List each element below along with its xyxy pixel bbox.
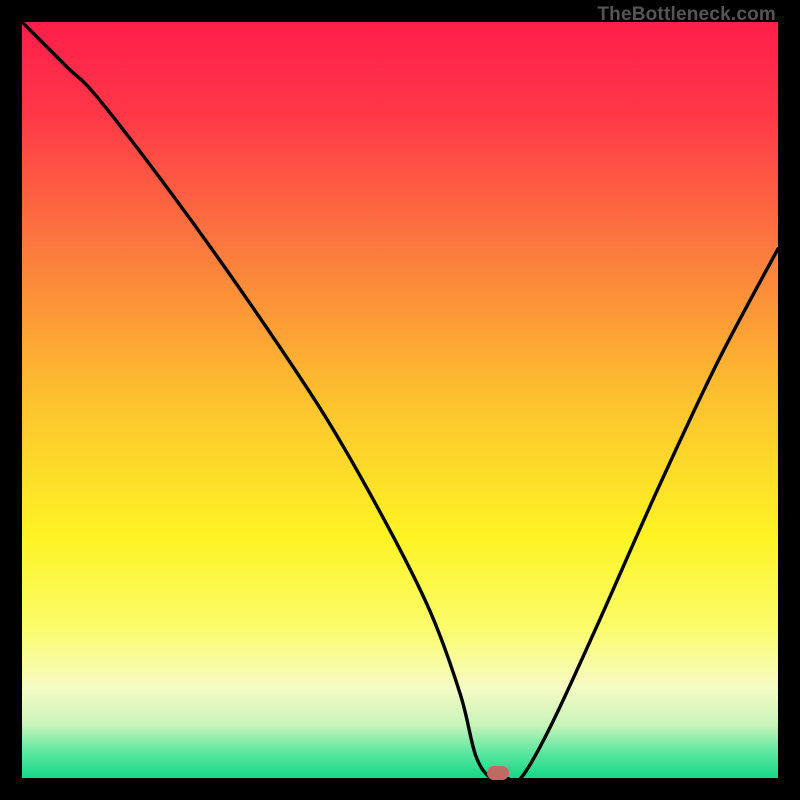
chart-curve	[22, 22, 778, 778]
chart-frame: TheBottleneck.com	[22, 22, 778, 778]
minimum-marker	[487, 766, 509, 780]
